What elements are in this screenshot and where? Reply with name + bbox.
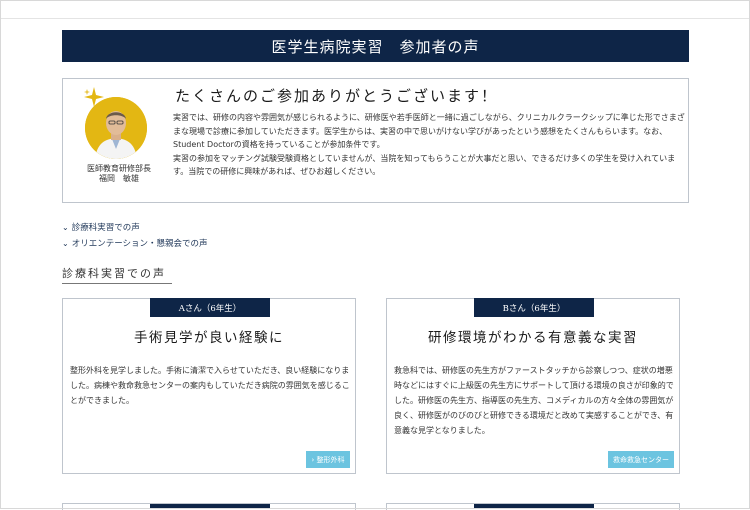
- card-body: 整形外科を見学しました。手術に清潔で入らせていただき、良い経験になりました。病棟…: [70, 366, 350, 405]
- doctor-portrait: [85, 97, 147, 159]
- section-underline: [62, 283, 172, 284]
- chevron-down-icon: ⌄: [62, 222, 69, 232]
- card-tab: Bさん（6年生）: [474, 298, 594, 317]
- page-title-banner: 医学生病院実習 参加者の声: [62, 30, 689, 62]
- greeting-paragraph-2: 実習の参加をマッチング試験受験資格としていませんが、当院を知ってもらうことが大事…: [173, 153, 676, 177]
- greeting-heading: たくさんのご参加ありがとうございます！: [175, 87, 499, 105]
- card-title: 手術見学が良い経験に: [134, 330, 284, 346]
- department-button[interactable]: 救命救急センター: [608, 451, 674, 468]
- next-card-tab-edge: [150, 504, 270, 509]
- greeting-box: 医師教育研修部長 福岡 敏雄 たくさんのご参加ありがとうございます！ 実習では、…: [62, 78, 689, 203]
- doctor-name: 福岡 敏雄: [99, 174, 139, 183]
- doctor-title: 医師教育研修部長: [87, 164, 151, 173]
- link-label: 診療科実習での声: [71, 223, 140, 233]
- testimonial-card: Aさん（6年生） 手術見学が良い経験に 整形外科を見学しました。手術に清潔で入ら…: [62, 298, 356, 474]
- testimonial-card: Bさん（6年生） 研修環境がわかる有意義な実習 救急科では、研修医の先生方がファ…: [386, 298, 680, 474]
- link-department-voices[interactable]: ⌄ 診療科実習での声: [62, 221, 140, 234]
- section-heading: 診療科実習での声: [62, 267, 166, 280]
- card-title: 研修環境がわかる有意義な実習: [428, 330, 638, 346]
- next-card-tab-edge: [474, 504, 594, 509]
- chevron-down-icon: ⌄: [62, 238, 69, 248]
- card-tab: Aさん（6年生）: [150, 298, 270, 317]
- page-title: 医学生病院実習 参加者の声: [271, 37, 480, 56]
- top-divider: [0, 18, 750, 19]
- department-button[interactable]: › 整形外科: [306, 451, 350, 468]
- greeting-text: 実習では、研修の内容や雰囲気が感じられるように、研修医や若手医師と一緒に過ごしな…: [173, 111, 685, 179]
- link-label: オリエンテーション・懇親会での声: [71, 239, 208, 249]
- greeting-paragraph-1: 実習では、研修の内容や雰囲気が感じられるように、研修医や若手医師と一緒に過ごしな…: [173, 113, 685, 149]
- link-orientation-voices[interactable]: ⌄ オリエンテーション・懇親会での声: [62, 237, 208, 250]
- card-body: 救急科では、研修医の先生方がファーストタッチから診察しつつ、症状の増悪時などには…: [394, 366, 674, 435]
